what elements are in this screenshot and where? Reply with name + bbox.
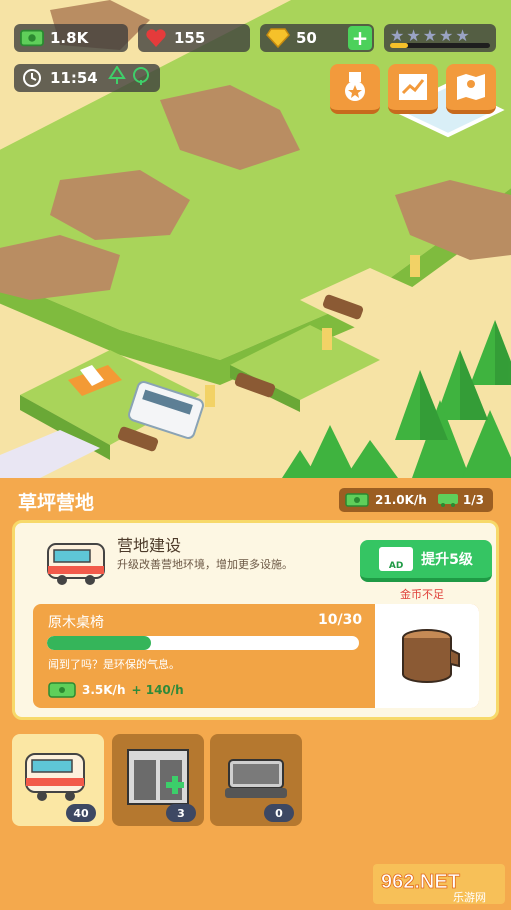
log-icon [402, 629, 460, 683]
item-rate: 3.5K/h [82, 683, 126, 697]
chart-icon [399, 74, 427, 100]
star-progress-fill [390, 43, 408, 48]
cash-icon [48, 682, 76, 698]
tab-grill[interactable]: 0 [210, 734, 302, 826]
vehicle-count: 1/3 [462, 493, 484, 507]
cash-icon [345, 493, 369, 507]
item-image [375, 604, 479, 708]
gems-counter: 50 + [260, 24, 374, 52]
clock-time: 11:54 [50, 69, 98, 87]
ad-label: AD [388, 561, 404, 571]
garage-icon [127, 749, 189, 805]
site-watermark: 962.NET 乐游网 [373, 864, 505, 904]
tab-garage[interactable]: 3 [112, 734, 204, 826]
clock-pill: 11:54 [14, 64, 160, 92]
gems-value: 50 [296, 29, 317, 47]
heart-icon [144, 28, 168, 48]
hearts-value: 155 [174, 29, 206, 47]
medal-button[interactable] [330, 64, 380, 114]
insufficient-gold: 金币不足 [400, 588, 444, 601]
map-pin-icon [457, 74, 485, 100]
area-title: 草坪营地 [18, 492, 95, 514]
add-gems-button[interactable]: + [348, 26, 372, 50]
star-progress-track [390, 43, 490, 48]
stats-button[interactable] [388, 64, 438, 114]
bus-icon [437, 494, 458, 507]
item-progress-fill [47, 636, 151, 650]
item-name: 原木桌椅 [48, 615, 104, 631]
tree-icon [107, 65, 126, 90]
star-rating[interactable]: ★★★★★ [384, 24, 496, 52]
tab-badge: 0 [264, 804, 294, 822]
tab-caravan[interactable]: 40 [12, 734, 104, 826]
item-hint: 闻到了吗？是环保的气息。 [48, 658, 180, 671]
svg-text:乐游网: 乐游网 [453, 891, 486, 904]
caravan-thumbnail [44, 540, 108, 588]
grill-icon [225, 759, 287, 798]
gem-icon [266, 28, 290, 48]
income-pill: 21.0K/h 1/3 [339, 488, 493, 512]
hearts-counter: 155 [138, 24, 250, 52]
map-button[interactable] [446, 64, 496, 114]
svg-text:962.NET: 962.NET [381, 871, 460, 893]
income-value: 21.0K/h [375, 493, 427, 507]
caravan-icon [25, 753, 85, 801]
tab-badge: 3 [166, 804, 196, 822]
item-progress-text: 10/30 [318, 612, 363, 628]
cash-value: 1.8K [50, 29, 89, 47]
ad-video-icon: AD [379, 547, 414, 571]
clock-icon [20, 68, 44, 88]
tab-badge: 40 [66, 804, 96, 822]
cash-counter: 1.8K [14, 24, 128, 52]
forest-icon [132, 66, 150, 90]
upgrade-label: 提升5级 [421, 552, 473, 568]
item-bonus: + 140/h [131, 683, 184, 697]
item-rate-row: 3.5K/h + 140/h [48, 682, 184, 698]
medal-icon [345, 72, 365, 101]
card-subtitle: 升级改善营地环境，增加更多设施。 [117, 558, 293, 571]
item-progress-bar [47, 636, 359, 650]
upgrade-button[interactable]: AD 提升5级 [360, 540, 492, 582]
card-title: 营地建设 [117, 536, 182, 555]
cash-icon [20, 28, 44, 48]
